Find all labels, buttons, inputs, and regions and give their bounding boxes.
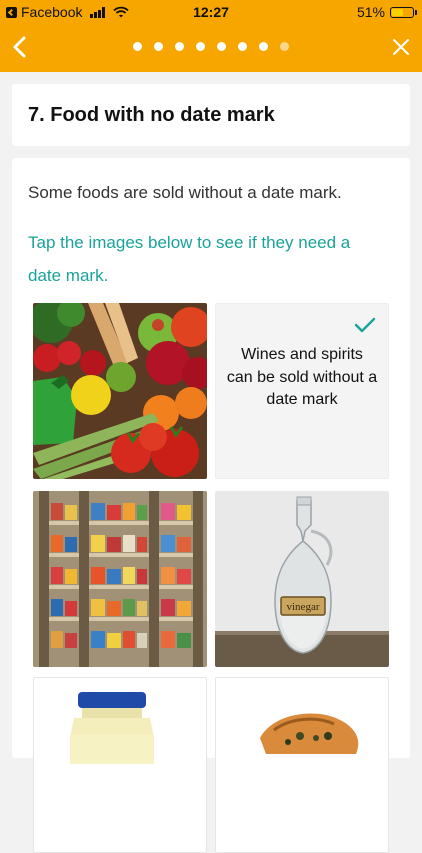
pastry-image bbox=[216, 678, 388, 852]
progress-dot bbox=[154, 42, 163, 51]
status-bar: Facebook 12:27 51% bbox=[0, 0, 422, 24]
content-card: Some foods are sold without a date mark.… bbox=[12, 158, 410, 853]
nav-bar bbox=[0, 24, 422, 72]
section-title-card: 7. Food with no date mark bbox=[12, 84, 410, 146]
progress-dot bbox=[259, 42, 268, 51]
tile-mayonnaise[interactable] bbox=[33, 677, 207, 853]
vinegar-bottle-image: vinegar bbox=[215, 491, 389, 667]
instruction-text: Tap the images below to see if they need… bbox=[28, 233, 351, 285]
tile-vinegar[interactable]: vinegar bbox=[215, 491, 389, 667]
tile-wines-spirits[interactable]: Wines and spirits can be sold without a … bbox=[215, 303, 389, 479]
progress-dot bbox=[175, 42, 184, 51]
battery-icon bbox=[390, 6, 417, 18]
close-icon[interactable] bbox=[388, 34, 414, 60]
progress-dots bbox=[0, 42, 422, 51]
progress-dot bbox=[238, 42, 247, 51]
tile-pastry[interactable] bbox=[215, 677, 389, 853]
tile-frozen-food[interactable] bbox=[33, 491, 207, 667]
frozen-food-image bbox=[33, 491, 207, 667]
intro-text: Some foods are sold without a date mark. bbox=[28, 183, 342, 202]
page-title: 7. Food with no date mark bbox=[28, 104, 275, 126]
tile-fruit-vegetables[interactable] bbox=[33, 303, 207, 479]
mayonnaise-jar-image bbox=[34, 678, 206, 852]
checkmark-icon bbox=[354, 317, 376, 333]
battery-percentage: 51% bbox=[356, 4, 385, 20]
status-right: 51% bbox=[356, 4, 417, 20]
vinegar-label-text: vinegar bbox=[287, 601, 320, 613]
progress-dot bbox=[133, 42, 142, 51]
progress-dot bbox=[217, 42, 226, 51]
tile-result-text: Wines and spirits can be sold without a … bbox=[226, 346, 378, 408]
fruit-vegetables-image bbox=[33, 303, 207, 479]
progress-dot bbox=[280, 42, 289, 51]
progress-dot bbox=[196, 42, 205, 51]
